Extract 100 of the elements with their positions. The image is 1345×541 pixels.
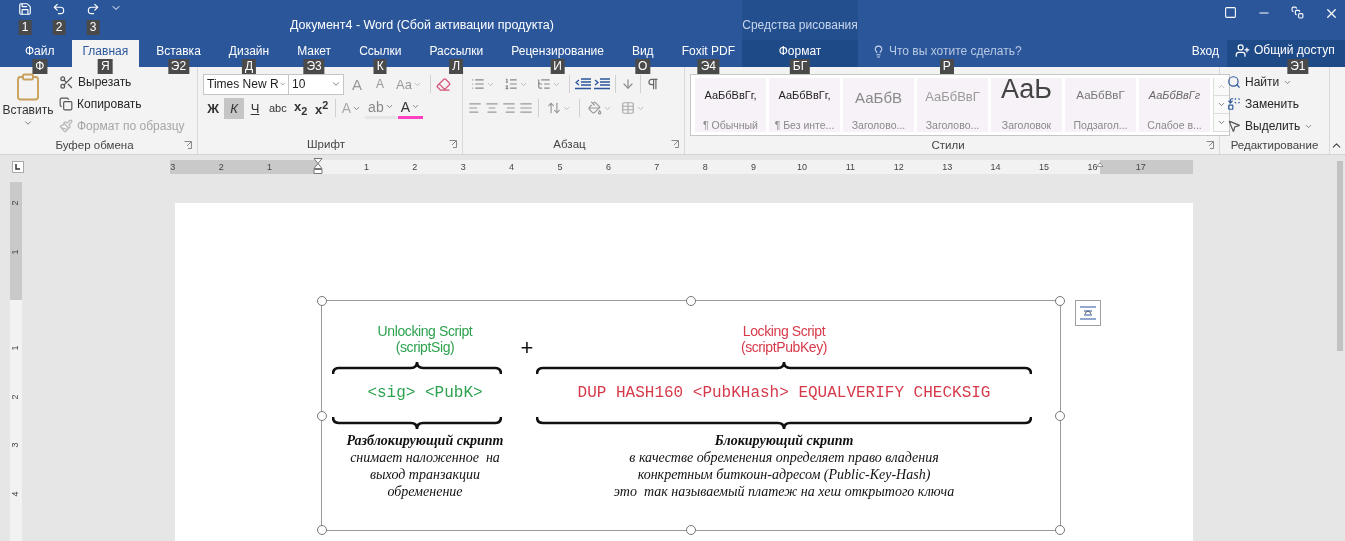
ruler-number: 2 bbox=[10, 200, 20, 206]
replace-icon bbox=[1227, 97, 1241, 111]
script-title: Locking Script bbox=[742, 323, 826, 339]
undo-icon bbox=[52, 2, 66, 16]
increase-indent-icon[interactable] bbox=[594, 78, 610, 90]
redo-button[interactable] bbox=[86, 2, 100, 16]
ribbon-display-icon[interactable] bbox=[1224, 6, 1237, 19]
ruler-number: 14 bbox=[990, 161, 1001, 173]
ruler-number: 2 bbox=[412, 161, 418, 173]
pilcrow-icon[interactable] bbox=[646, 77, 660, 91]
ruler-number: 1 bbox=[10, 249, 20, 255]
sign-in-link[interactable]: Вход bbox=[1183, 40, 1227, 58]
ruler-number: 4 bbox=[10, 491, 20, 497]
keytip-badge: К bbox=[373, 59, 387, 74]
color-button[interactable]: A bbox=[397, 97, 423, 119]
style-item[interactable]: АаБбВвГ Подзагол... bbox=[1065, 78, 1136, 132]
ruler-number: 7 bbox=[654, 161, 660, 173]
script-title: Unlocking Script bbox=[377, 323, 473, 339]
ruler-number: 2 bbox=[10, 394, 20, 400]
scroll-down-button[interactable] bbox=[1214, 96, 1229, 114]
select-button[interactable]: Выделить bbox=[1225, 116, 1324, 136]
caption-title: Разблокирующий скрипт bbox=[346, 432, 504, 449]
underline-button[interactable]: Ч bbox=[245, 97, 265, 119]
style-item[interactable]: АаЬ Заголовок bbox=[991, 78, 1062, 132]
style-item[interactable]: АаБбВвГг, ¶ Обычный bbox=[695, 78, 766, 132]
window-title: Документ4 - Word (Сбой активации продукта) bbox=[289, 17, 555, 32]
save-icon bbox=[18, 2, 32, 16]
keytip-badge: Л bbox=[449, 59, 464, 74]
dialog-launcher-icon[interactable] bbox=[1206, 141, 1214, 149]
ruler-number: 10 bbox=[797, 161, 807, 173]
ruler-number: 12 bbox=[893, 161, 904, 173]
ruler-number: 16 bbox=[1087, 161, 1098, 173]
keytip-badge: И bbox=[550, 59, 565, 74]
undo-button[interactable] bbox=[52, 2, 66, 16]
keytip-badge: Р bbox=[939, 59, 954, 74]
redo-icon bbox=[86, 2, 100, 16]
group-label: Буфер обмена bbox=[54, 139, 135, 151]
plus-sign: + bbox=[520, 337, 534, 359]
layout-options-button[interactable] bbox=[1075, 300, 1101, 326]
justify-icon[interactable] bbox=[519, 101, 533, 115]
multilevel-list-icon bbox=[537, 77, 551, 91]
ruler-number: 15 bbox=[1039, 161, 1049, 173]
resize-handle[interactable] bbox=[1055, 525, 1065, 535]
font-name-field[interactable]: Times New R bbox=[203, 73, 289, 95]
italic-button[interactable]: К bbox=[224, 97, 244, 119]
scrollbar-thumb[interactable] bbox=[1337, 161, 1343, 351]
decrease-indent-icon[interactable] bbox=[575, 78, 591, 90]
restore-icon[interactable] bbox=[1291, 6, 1304, 19]
strike-button[interactable]: abc bbox=[266, 97, 290, 119]
tell-me-field[interactable]: Что вы хотите сделать? bbox=[889, 40, 1022, 60]
copy-button[interactable]: Копировать bbox=[57, 94, 187, 114]
resize-handle[interactable] bbox=[1055, 296, 1065, 306]
ruler-number: 13 bbox=[942, 161, 953, 173]
resize-handle[interactable] bbox=[686, 296, 696, 306]
line-spacing-icon bbox=[547, 101, 561, 115]
save-button[interactable] bbox=[18, 2, 32, 16]
ruler-number: 6 bbox=[605, 161, 611, 173]
resize-handle[interactable] bbox=[1055, 410, 1065, 421]
script-subtitle: (scriptPubKey) bbox=[740, 339, 828, 355]
script-code: <sig> <PubK> bbox=[366, 383, 484, 404]
close-icon[interactable] bbox=[1324, 6, 1339, 21]
resize-handle[interactable] bbox=[317, 410, 327, 421]
bold-button[interactable]: Ж bbox=[203, 97, 223, 119]
style-item[interactable]: АаБбВвГг Слабое в... bbox=[1139, 78, 1210, 132]
ruler-number: 17 bbox=[1135, 161, 1146, 173]
resize-handle[interactable] bbox=[686, 525, 696, 535]
caption-line: в качестве обременения определяет право владения bbox=[629, 449, 939, 466]
sub-button[interactable]: x$_{2}$ bbox=[290, 97, 311, 119]
align-right-icon[interactable] bbox=[502, 101, 516, 115]
indent-marker-icon[interactable] bbox=[313, 158, 323, 174]
dialog-launcher-icon[interactable] bbox=[449, 140, 457, 148]
ruler-number: 9 bbox=[751, 161, 757, 173]
keytip-badge: 1 bbox=[18, 20, 32, 35]
group-label: Редактирование bbox=[1229, 139, 1320, 151]
keytip-badge: БГ bbox=[789, 59, 811, 74]
caption-line: выход транзакции bbox=[370, 466, 480, 483]
resize-handle[interactable] bbox=[317, 296, 327, 306]
align-center-icon[interactable] bbox=[485, 101, 499, 115]
eraser-icon[interactable] bbox=[435, 76, 451, 92]
align-left-icon[interactable] bbox=[468, 101, 482, 115]
group-label: Шрифт bbox=[306, 138, 346, 150]
resize-handle[interactable] bbox=[317, 525, 327, 535]
font-size-field[interactable]: 10 bbox=[288, 73, 344, 95]
dialog-launcher-icon[interactable] bbox=[184, 141, 192, 149]
style-item[interactable]: АаБбВвГг, ¶ Без инте... bbox=[769, 78, 840, 132]
find-button[interactable]: Найти bbox=[1225, 72, 1324, 92]
contextual-tab-header: Средства рисования bbox=[742, 0, 858, 40]
cut-button[interactable]: Вырезать bbox=[57, 72, 187, 92]
sort-icon[interactable] bbox=[621, 77, 635, 91]
sup-button[interactable]: x$^{2}$ bbox=[311, 97, 332, 119]
keytip-badge: Э4 bbox=[697, 59, 719, 74]
ruler-number: 3 bbox=[10, 442, 20, 448]
paste-button[interactable]: Вставить bbox=[5, 72, 51, 136]
tab-stop-icon[interactable] bbox=[12, 161, 24, 173]
replace-button[interactable]: Заменить bbox=[1225, 94, 1324, 114]
ruler-number: 3 bbox=[460, 161, 466, 173]
keytip-badge: Э2 bbox=[167, 59, 190, 74]
scissors-icon bbox=[59, 74, 74, 90]
dialog-launcher-icon[interactable] bbox=[671, 140, 679, 148]
layout-options-icon bbox=[1079, 305, 1097, 321]
